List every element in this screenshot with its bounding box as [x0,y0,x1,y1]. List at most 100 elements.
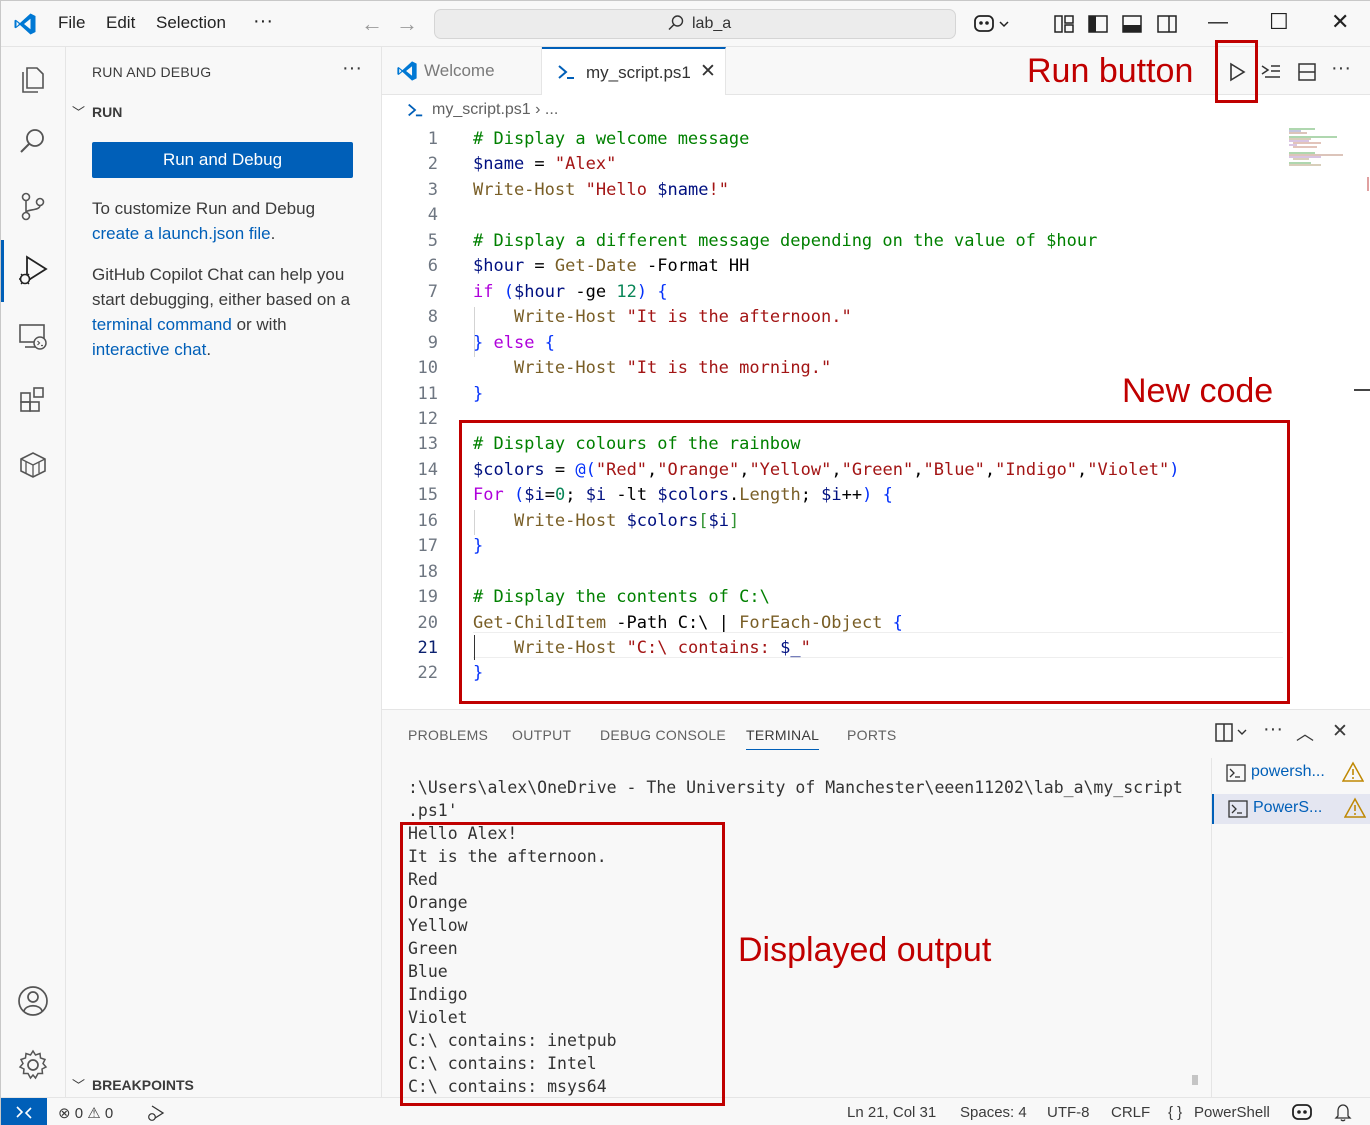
customize-layout-icon[interactable] [1053,13,1075,35]
code-line[interactable]: 8 Write-Host "It is the afternoon." [382,305,1282,330]
encoding-status[interactable]: UTF-8 [1047,1104,1090,1121]
minimap[interactable] [1287,127,1347,167]
breakpoints-section-header[interactable]: ﹀ BREAKPOINTS [72,1075,194,1094]
run-section-header[interactable]: ﹀ RUN [72,102,122,121]
breadcrumb-rest[interactable]: › ... [535,101,558,118]
code-token: { [657,281,668,302]
menu-file[interactable]: File [58,13,85,33]
close-window-button[interactable]: ✕ [1331,9,1349,35]
notifications-bell-icon[interactable] [1333,1102,1353,1122]
active-indicator [1,240,4,302]
split-terminal-icon[interactable] [1214,722,1250,744]
explorer-icon[interactable] [16,61,50,95]
split-editor-icon[interactable] [1296,61,1318,83]
code-text: if ($hour -ge 12) { [473,280,668,305]
tab-terminal[interactable]: TERMINAL [746,727,820,750]
tab-ports[interactable]: PORTS [847,727,896,743]
toggle-sidebar-icon[interactable] [1087,13,1109,35]
code-token: $hour [473,256,525,277]
forward-arrow-icon[interactable]: → [396,11,418,37]
indentation-status[interactable]: Spaces: 4 [960,1104,1027,1121]
line-number: 20 [417,612,438,633]
command-center-search[interactable]: lab_a [434,9,956,39]
minimize-button[interactable]: — [1208,11,1228,34]
terminal-item-selected[interactable]: PowerS... [1212,794,1370,824]
displayed-output-highlight [400,822,725,1106]
displayed-output-annotation: Displayed output [738,931,992,969]
manage-gear-icon[interactable] [16,1048,50,1082]
line-number: 5 [427,230,438,251]
remote-icon [16,1106,32,1119]
remote-explorer-icon[interactable] [16,319,50,353]
search-icon [668,15,684,31]
toggle-secondary-sidebar-icon[interactable] [1156,13,1178,35]
accounts-icon[interactable] [16,984,50,1018]
run-and-debug-button[interactable]: Run and Debug [92,142,353,178]
code-token: "Hello [585,179,658,200]
run-selection-icon[interactable] [1260,61,1282,83]
run-and-debug-icon[interactable] [16,253,50,287]
terminal-item[interactable]: powersh... [1212,758,1370,788]
cursor-position[interactable]: Ln 21, Col 31 [847,1104,936,1121]
search-view-icon[interactable] [16,125,50,159]
launch-json-link[interactable]: create a launch.json file [92,224,271,243]
code-token: = [524,154,555,175]
terminal-scrollbar[interactable] [1192,1075,1198,1085]
activity-bar [1,47,66,1097]
tab-output[interactable]: OUTPUT [512,727,571,743]
terminal-command-link[interactable]: terminal command [92,315,232,334]
code-token: ) [636,281,648,302]
code-text: Write-Host "It is the morning." [473,356,831,381]
terminal-item-label: powersh... [1251,763,1325,780]
tab-welcome[interactable]: Welcome [382,47,542,95]
tab-problems[interactable]: PROBLEMS [408,727,488,743]
copilot-status-icon[interactable] [1291,1102,1313,1122]
errors-indicator[interactable]: ⊗ 0 ⚠ 0 [58,1104,113,1122]
code-line[interactable]: 4 [382,203,1282,228]
code-line[interactable]: 3 Write-Host "Hello $name!" [382,178,1282,203]
chevron-right-icon: ﹀ [72,1078,86,1093]
breadcrumb-path[interactable]: my_script.ps1 › ... [432,101,558,119]
debug-status-icon[interactable] [146,1103,166,1123]
menu-selection[interactable]: Selection [156,13,226,33]
toggle-panel-icon[interactable] [1121,13,1143,35]
run-button-highlight [1215,40,1258,103]
maximize-button[interactable]: ☐ [1269,9,1289,35]
breadcrumb-file[interactable]: my_script.ps1 [432,101,531,118]
new-code-annotation: New code [1122,372,1274,410]
containers-icon[interactable] [16,447,50,481]
eol-status[interactable]: CRLF [1111,1104,1150,1121]
tab-my-script[interactable]: my_script.ps1 ✕ [542,47,726,96]
menu-more-button[interactable]: ··· [253,10,273,33]
code-token: -Format HH [636,256,750,277]
code-token: !" [708,179,729,200]
back-arrow-icon[interactable]: ← [361,11,383,37]
code-line[interactable]: 9} else { [382,331,1282,356]
code-line[interactable]: 2 $name = "Alex" [382,152,1282,177]
editor-more-button[interactable]: ··· [1331,57,1351,79]
panel-more-button[interactable]: ··· [1263,718,1283,741]
menu-edit[interactable]: Edit [106,13,135,33]
code-line[interactable]: 1 # Display a welcome message [382,127,1282,152]
code-line[interactable]: 6 $hour = Get-Date -Format HH [382,254,1282,279]
copilot-icon[interactable] [973,13,1011,35]
language-mode[interactable]: PowerShell [1194,1104,1270,1121]
terminal-icon [1228,800,1248,818]
close-panel-icon[interactable]: ✕ [1332,720,1348,743]
source-control-icon[interactable] [16,189,50,223]
warning-icon [1342,761,1364,782]
remote-indicator-button[interactable] [1,1098,47,1125]
sidebar-more-button[interactable]: ··· [342,57,362,80]
code-line[interactable]: 7 if ($hour -ge 12) { [382,280,1282,305]
extensions-icon[interactable] [16,383,50,417]
interactive-chat-link[interactable]: interactive chat [92,340,206,359]
code-token: $hour [513,281,566,302]
code-line[interactable]: 5 # Display a different message depending… [382,229,1282,254]
tab-close-icon[interactable]: ✕ [700,60,716,83]
copilot-text-1: GitHub Copilot Chat can help you start d… [92,265,351,309]
maximize-panel-icon[interactable]: ︿ [1296,720,1314,746]
tab-debug-console[interactable]: DEBUG CONSOLE [600,727,726,743]
